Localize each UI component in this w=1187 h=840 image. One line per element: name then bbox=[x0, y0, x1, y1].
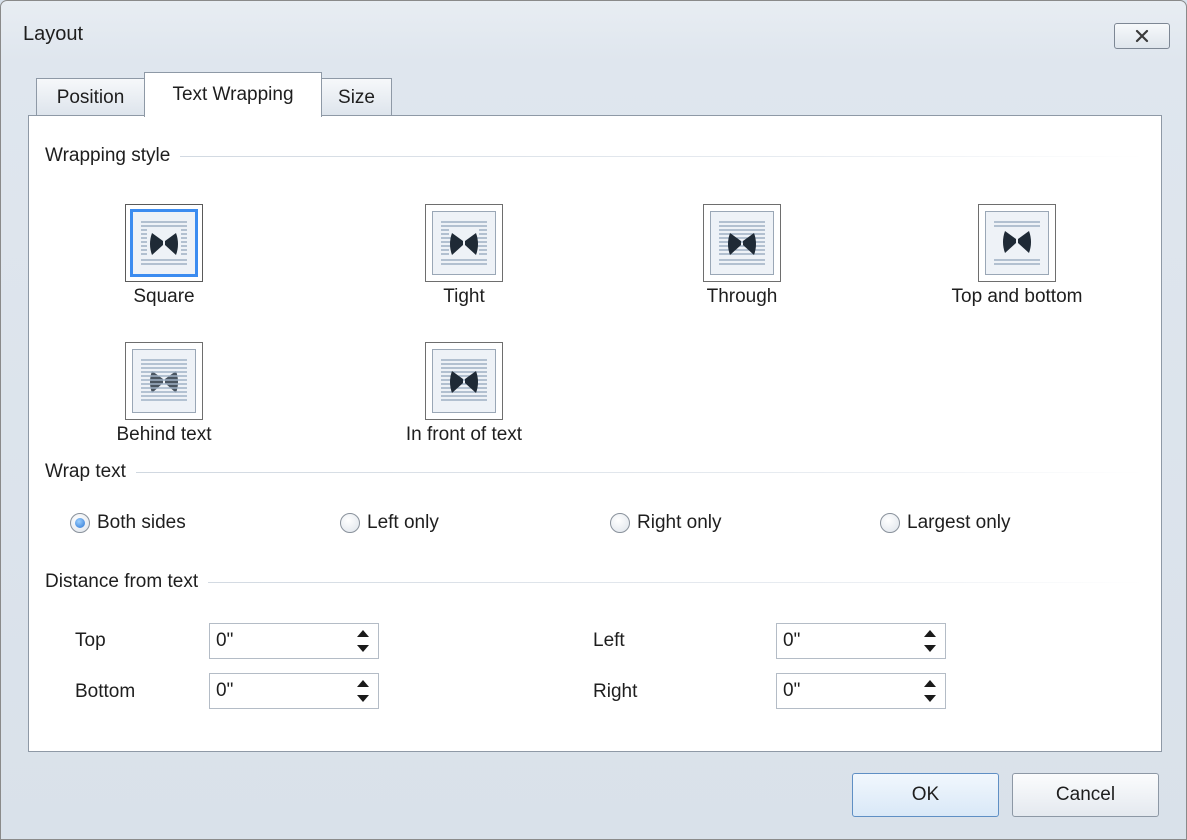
radio-largest-only-label: Largest only bbox=[907, 512, 1011, 533]
right-label: Right bbox=[593, 681, 638, 702]
tab-size-label: Size bbox=[338, 86, 375, 108]
top-label: Top bbox=[75, 630, 106, 651]
spin-up-icon[interactable] bbox=[357, 630, 369, 637]
radio-left-only[interactable]: Left only bbox=[340, 512, 439, 534]
right-spinner[interactable] bbox=[776, 673, 946, 709]
tab-text-wrapping-label: Text Wrapping bbox=[172, 84, 294, 105]
radio-both-sides-label: Both sides bbox=[97, 512, 186, 533]
wrap-tight-label: Tight bbox=[443, 286, 485, 307]
wrap-tight-button[interactable] bbox=[425, 204, 503, 282]
wrap-top-bottom-icon bbox=[994, 221, 1040, 265]
wrap-in-front-label: In front of text bbox=[405, 424, 523, 445]
tab-text-wrapping[interactable]: Text Wrapping bbox=[144, 72, 322, 117]
spin-up-icon[interactable] bbox=[924, 680, 936, 687]
spin-down-icon[interactable] bbox=[357, 695, 369, 702]
bottom-spin-arrows[interactable] bbox=[356, 678, 372, 704]
radio-largest-only[interactable]: Largest only bbox=[880, 512, 1011, 534]
wrap-top-bottom-label: Top and bottom bbox=[951, 286, 1083, 307]
wrap-top-bottom-button[interactable] bbox=[978, 204, 1056, 282]
wrap-behind-text-button[interactable] bbox=[125, 342, 203, 420]
radio-right-only-label: Right only bbox=[637, 512, 722, 533]
spin-down-icon[interactable] bbox=[924, 645, 936, 652]
dialog-title: Layout bbox=[23, 23, 84, 45]
wrapping-style-heading: Wrapping style bbox=[45, 145, 181, 167]
radio-largest-only-circle[interactable] bbox=[880, 513, 900, 533]
radio-both-sides[interactable]: Both sides bbox=[70, 512, 186, 534]
radio-both-sides-circle[interactable] bbox=[70, 513, 90, 533]
cancel-button[interactable]: Cancel bbox=[1012, 773, 1159, 817]
wrap-square-button[interactable] bbox=[125, 204, 203, 282]
close-button[interactable] bbox=[1114, 23, 1170, 49]
wrap-in-front-icon bbox=[441, 359, 487, 401]
radio-left-only-circle[interactable] bbox=[340, 513, 360, 533]
wrap-text-heading: Wrap text bbox=[45, 461, 136, 483]
tab-position-label: Position bbox=[56, 86, 125, 108]
tab-position[interactable]: Position bbox=[36, 78, 145, 116]
radio-left-only-label: Left only bbox=[367, 512, 439, 533]
wrap-square-icon bbox=[141, 221, 187, 265]
wrap-text-divider bbox=[45, 472, 1145, 473]
left-spinner[interactable] bbox=[776, 623, 946, 659]
spin-down-icon[interactable] bbox=[357, 645, 369, 652]
radio-right-only-circle[interactable] bbox=[610, 513, 630, 533]
wrap-through-label: Through bbox=[706, 286, 778, 307]
right-input[interactable] bbox=[777, 674, 917, 708]
spin-up-icon[interactable] bbox=[357, 680, 369, 687]
bottom-input[interactable] bbox=[210, 674, 350, 708]
tab-size[interactable]: Size bbox=[321, 78, 392, 116]
ok-button[interactable]: OK bbox=[852, 773, 999, 817]
distance-divider bbox=[45, 582, 1145, 583]
spin-up-icon[interactable] bbox=[924, 630, 936, 637]
wrapping-style-divider bbox=[45, 156, 1145, 157]
spin-down-icon[interactable] bbox=[924, 695, 936, 702]
left-label: Left bbox=[593, 630, 625, 651]
wrap-behind-text-icon bbox=[141, 359, 187, 401]
bottom-spinner[interactable] bbox=[209, 673, 379, 709]
wrap-in-front-button[interactable] bbox=[425, 342, 503, 420]
wrap-through-button[interactable] bbox=[703, 204, 781, 282]
right-spin-arrows[interactable] bbox=[923, 678, 939, 704]
text-wrapping-panel: Wrapping style Square Tight Through Top … bbox=[28, 115, 1162, 752]
wrap-through-icon bbox=[719, 221, 765, 265]
wrap-behind-text-label: Behind text bbox=[116, 424, 212, 445]
wrap-tight-icon bbox=[441, 221, 487, 265]
layout-dialog: Layout Position Text Wrapping Size Wrapp… bbox=[0, 0, 1187, 840]
wrap-square-label: Square bbox=[133, 286, 195, 307]
top-input[interactable] bbox=[210, 624, 350, 658]
close-icon bbox=[1135, 29, 1149, 43]
left-input[interactable] bbox=[777, 624, 917, 658]
radio-right-only[interactable]: Right only bbox=[610, 512, 722, 534]
left-spin-arrows[interactable] bbox=[923, 628, 939, 654]
top-spinner[interactable] bbox=[209, 623, 379, 659]
bottom-label: Bottom bbox=[75, 681, 136, 702]
distance-heading: Distance from text bbox=[45, 571, 209, 593]
top-spin-arrows[interactable] bbox=[356, 628, 372, 654]
